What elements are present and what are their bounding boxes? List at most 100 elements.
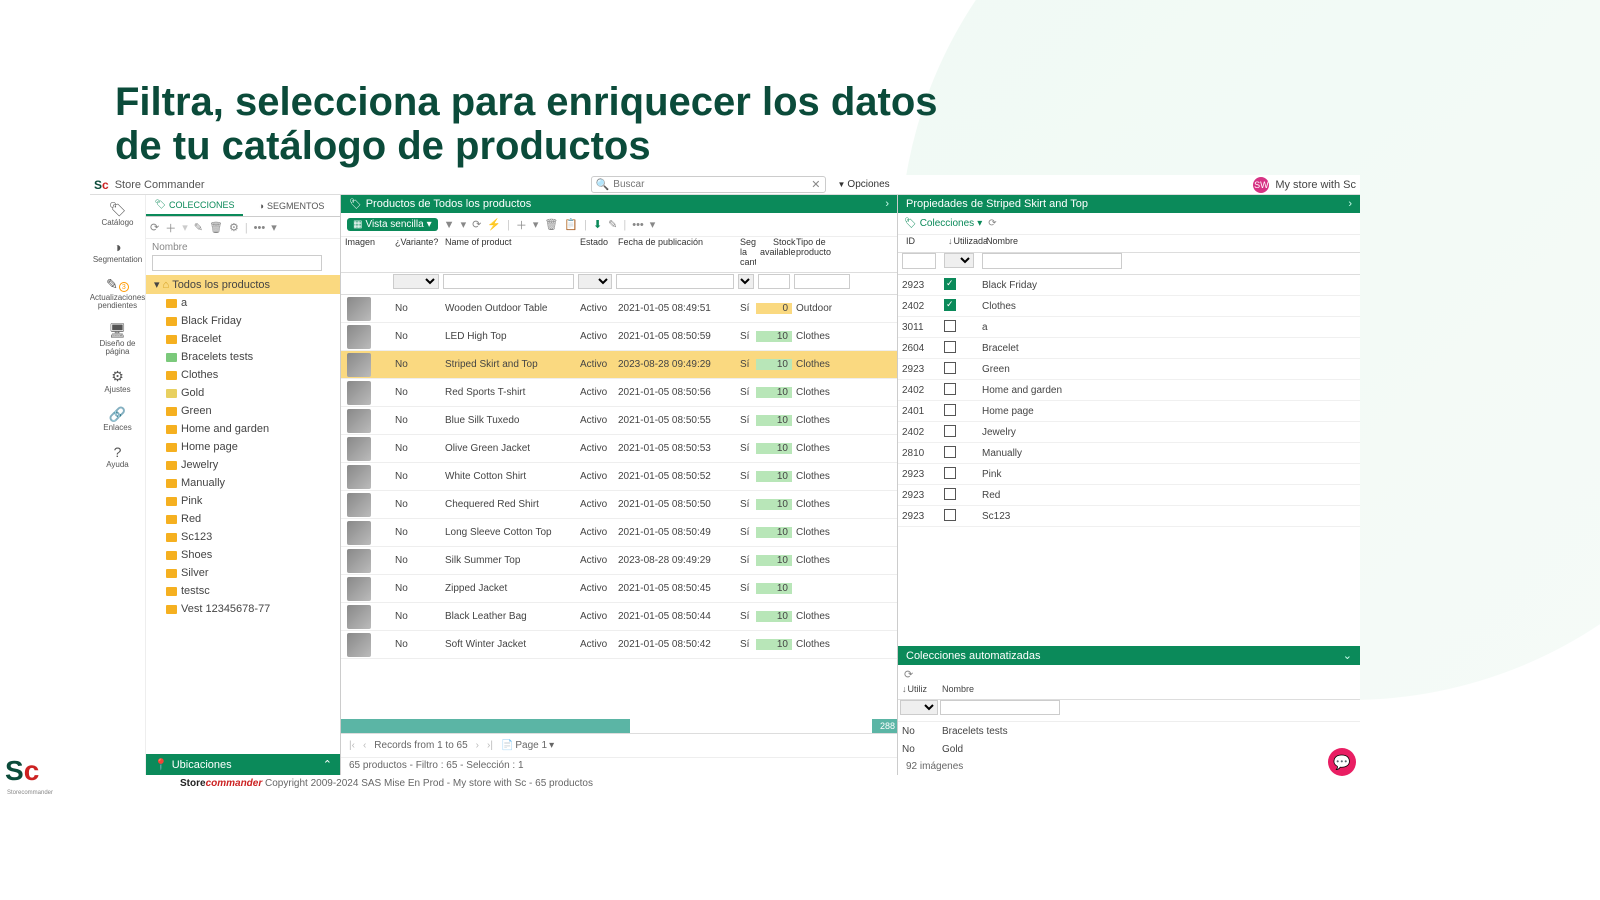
props-row[interactable]: 2402Jewelry bbox=[898, 422, 1360, 443]
trash-icon[interactable]: 🗑 bbox=[544, 218, 558, 231]
refresh-icon[interactable]: ⟳ bbox=[988, 218, 996, 229]
view-mode-selector[interactable]: ▦Vista sencilla▾ bbox=[347, 218, 438, 231]
sidebar-filter-input[interactable] bbox=[152, 255, 322, 271]
auto-row[interactable]: NoGold bbox=[898, 740, 1360, 758]
table-row[interactable]: NoChequered Red ShirtActivo 2021-01-05 0… bbox=[341, 491, 897, 519]
checkbox[interactable] bbox=[944, 509, 956, 521]
refresh-icon[interactable]: ⟳ bbox=[904, 669, 913, 681]
global-search[interactable]: 🔍 ✕ bbox=[591, 176, 826, 193]
checkbox[interactable] bbox=[944, 320, 956, 332]
vnav-item[interactable]: ◑Segmentation bbox=[93, 237, 142, 266]
tree-item[interactable]: Silver bbox=[146, 564, 340, 582]
props-row[interactable]: 3011a bbox=[898, 317, 1360, 338]
props-row[interactable]: 2810Manually bbox=[898, 443, 1360, 464]
archive-icon[interactable]: 📋 bbox=[564, 218, 578, 231]
table-row[interactable]: NoBlack Leather BagActivo 2021-01-05 08:… bbox=[341, 603, 897, 631]
export-icon[interactable]: ⬇ bbox=[593, 218, 602, 231]
filter-fecha[interactable] bbox=[616, 274, 734, 289]
table-row[interactable]: NoSoft Winter JacketActivo 2021-01-05 08… bbox=[341, 631, 897, 659]
tree-root[interactable]: ▾ Todos los productos bbox=[146, 275, 340, 294]
page-selector[interactable]: 📄Page 1▾ bbox=[501, 740, 554, 751]
table-row[interactable]: NoWhite Cotton ShirtActivo 2021-01-05 08… bbox=[341, 463, 897, 491]
tree-item[interactable]: Bracelet bbox=[146, 330, 340, 348]
refresh-icon[interactable]: ⟳ bbox=[150, 221, 159, 234]
table-row[interactable]: NoBlue Silk TuxedoActivo 2021-01-05 08:5… bbox=[341, 407, 897, 435]
chevron-right-icon[interactable]: › bbox=[885, 198, 889, 210]
tree-item[interactable]: Shoes bbox=[146, 546, 340, 564]
vnav-item[interactable]: ✎3Actualizaciones pendientes bbox=[90, 274, 145, 312]
props-row[interactable]: 2923Pink bbox=[898, 464, 1360, 485]
clear-search-icon[interactable]: ✕ bbox=[811, 178, 820, 191]
tree-item[interactable]: a bbox=[146, 294, 340, 312]
tree-item[interactable]: Bracelets tests bbox=[146, 348, 340, 366]
props-row[interactable]: 2923Sc123 bbox=[898, 506, 1360, 527]
vnav-item[interactable]: 🔗Enlaces bbox=[103, 404, 131, 434]
pager-next[interactable]: › bbox=[476, 740, 479, 751]
vnav-item[interactable]: 🏷Catálogo bbox=[101, 199, 133, 229]
pager-last[interactable]: ›| bbox=[487, 740, 493, 751]
tree-item[interactable]: Manually bbox=[146, 474, 340, 492]
props-row[interactable]: 2604Bracelet bbox=[898, 338, 1360, 359]
auto-collections-header[interactable]: Colecciones automatizadas ⌄ bbox=[898, 646, 1360, 665]
filter-prop-name[interactable] bbox=[982, 253, 1122, 269]
filter-estado[interactable] bbox=[578, 274, 612, 289]
props-row[interactable]: 2402Clothes bbox=[898, 296, 1360, 317]
funnel-icon[interactable]: ▼ bbox=[444, 219, 455, 231]
refresh-icon[interactable]: ⟳ bbox=[472, 218, 481, 231]
tab-segmentos[interactable]: ◑SEGMENTOS bbox=[243, 195, 340, 216]
checkbox[interactable] bbox=[944, 362, 956, 374]
tree-item[interactable]: Green bbox=[146, 402, 340, 420]
tree-item[interactable]: Home and garden bbox=[146, 420, 340, 438]
pager-prev[interactable]: ‹ bbox=[363, 740, 366, 751]
filter-stock[interactable] bbox=[758, 274, 790, 289]
filter-id[interactable] bbox=[902, 253, 936, 269]
chevron-right-icon[interactable]: › bbox=[1348, 198, 1352, 210]
gear-icon[interactable]: ⚙ bbox=[229, 221, 239, 234]
props-row[interactable]: 2923Black Friday bbox=[898, 275, 1360, 296]
checkbox[interactable] bbox=[944, 488, 956, 500]
table-row[interactable]: NoZipped JacketActivo 2021-01-05 08:50:4… bbox=[341, 575, 897, 603]
tree-item[interactable]: Red bbox=[146, 510, 340, 528]
ubicaciones-panel-header[interactable]: 📍 Ubicaciones ⌃ bbox=[146, 754, 340, 775]
table-row[interactable]: NoLED High TopActivo 2021-01-05 08:50:59… bbox=[341, 323, 897, 351]
tree-item[interactable]: Jewelry bbox=[146, 456, 340, 474]
horizontal-scrollbar[interactable]: 288 bbox=[341, 719, 897, 733]
chat-fab[interactable]: 💬 bbox=[1328, 748, 1356, 776]
tree-item[interactable]: Sc123 bbox=[146, 528, 340, 546]
add-icon[interactable]: ＋ bbox=[165, 220, 176, 236]
options-button[interactable]: Opciones bbox=[838, 179, 890, 190]
checkbox[interactable] bbox=[944, 425, 956, 437]
checkbox[interactable] bbox=[944, 467, 956, 479]
table-row[interactable]: NoSilk Summer TopActivo 2023-08-28 09:49… bbox=[341, 547, 897, 575]
filter-tipo[interactable] bbox=[794, 274, 850, 289]
filter-variante[interactable] bbox=[393, 274, 439, 289]
tree-item[interactable]: Gold bbox=[146, 384, 340, 402]
vnav-item[interactable]: ⚙Ajustes bbox=[104, 366, 130, 396]
more-icon[interactable]: ••• bbox=[254, 222, 266, 234]
props-row[interactable]: 2401Home page bbox=[898, 401, 1360, 422]
props-row[interactable]: 2402Home and garden bbox=[898, 380, 1360, 401]
vnav-item[interactable]: ?Ayuda bbox=[106, 442, 129, 471]
tab-colecciones[interactable]: 🏷COLECCIONES bbox=[146, 195, 243, 216]
checkbox[interactable] bbox=[944, 278, 956, 290]
tree-item[interactable]: Black Friday bbox=[146, 312, 340, 330]
table-row[interactable]: NoLong Sleeve Cotton TopActivo 2021-01-0… bbox=[341, 519, 897, 547]
checkbox[interactable] bbox=[944, 299, 956, 311]
tree-item[interactable]: testsc bbox=[146, 582, 340, 600]
vnav-item[interactable]: 🖥Diseño de página bbox=[90, 320, 145, 358]
filter-auto-name[interactable] bbox=[940, 700, 1060, 715]
avatar[interactable]: SW bbox=[1253, 177, 1269, 193]
checkbox[interactable] bbox=[944, 341, 956, 353]
filter-auto-util[interactable] bbox=[900, 700, 938, 715]
checkbox[interactable] bbox=[944, 404, 956, 416]
tree-item[interactable]: Pink bbox=[146, 492, 340, 510]
trash-icon[interactable]: 🗑 bbox=[209, 221, 223, 234]
table-row[interactable]: NoStriped Skirt and TopActivo 2023-08-28… bbox=[341, 351, 897, 379]
table-row[interactable]: NoOlive Green JacketActivo 2021-01-05 08… bbox=[341, 435, 897, 463]
tree-item[interactable]: Home page bbox=[146, 438, 340, 456]
more-icon[interactable]: ••• bbox=[632, 219, 644, 231]
props-row[interactable]: 2923Red bbox=[898, 485, 1360, 506]
edit-icon[interactable]: ✎ bbox=[608, 218, 617, 231]
bolt-icon[interactable]: ⚡ bbox=[487, 218, 501, 231]
filter-seguir[interactable] bbox=[738, 274, 754, 289]
